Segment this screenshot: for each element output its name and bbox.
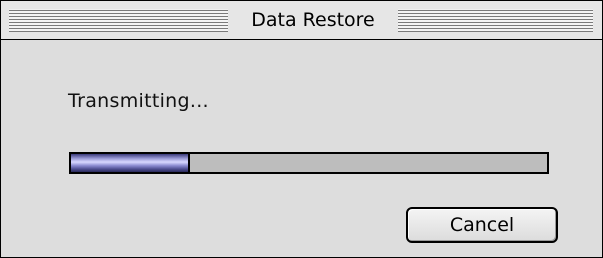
window-title: Data Restore xyxy=(228,1,398,39)
title-bar-stripes-right xyxy=(398,9,593,32)
progress-bar xyxy=(69,152,549,174)
title-bar[interactable]: Data Restore xyxy=(1,1,602,40)
status-label: Transmitting... xyxy=(68,90,209,112)
title-bar-stripes-left xyxy=(9,9,228,32)
data-restore-dialog: Data Restore Transmitting... Cancel xyxy=(0,0,603,258)
progress-bar-fill xyxy=(71,154,190,172)
cancel-button[interactable]: Cancel xyxy=(406,207,558,243)
